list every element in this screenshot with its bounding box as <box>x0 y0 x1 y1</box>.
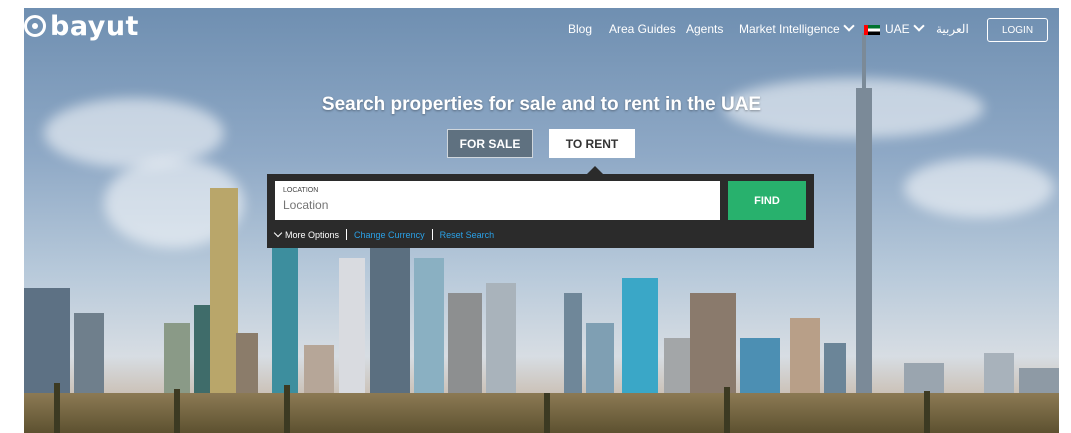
tab-for-sale[interactable]: FOR SALE <box>447 129 533 158</box>
top-navigation: bayut Blog Area Guides Agents Market Int… <box>24 8 1059 52</box>
location-input[interactable] <box>283 198 703 212</box>
nav-link-market-intelligence[interactable]: Market Intelligence <box>739 22 840 36</box>
find-button[interactable]: FIND <box>728 181 806 220</box>
active-tab-pointer <box>587 166 603 174</box>
language-link[interactable]: العربية <box>936 22 969 36</box>
nav-item-agents[interactable]: Agents <box>686 22 723 36</box>
location-label: LOCATION <box>283 187 319 194</box>
palm-tree <box>284 385 290 433</box>
palm-tree <box>174 389 180 433</box>
country-label[interactable]: UAE <box>885 22 910 36</box>
palm-tree <box>724 387 730 433</box>
nav-item-market-intelligence[interactable]: Market Intelligence <box>739 20 855 36</box>
divider <box>346 229 348 240</box>
uae-flag-icon <box>864 25 880 35</box>
cloud <box>904 158 1054 218</box>
search-options: More Options Change Currency Reset Searc… <box>273 228 495 240</box>
palm-tree <box>54 383 60 433</box>
language-switch[interactable]: العربية <box>936 22 969 36</box>
nav-item-area-guides[interactable]: Area Guides <box>609 22 676 36</box>
hero-banner: bayut Blog Area Guides Agents Market Int… <box>24 8 1059 433</box>
search-panel: LOCATION FIND More Options Change Curren… <box>267 174 814 248</box>
building <box>862 33 866 433</box>
chevron-down-icon <box>843 20 855 32</box>
divider <box>431 229 433 240</box>
palm-tree <box>544 393 550 433</box>
login-button[interactable]: LOGIN <box>987 18 1048 42</box>
more-options-link[interactable]: More Options <box>285 230 339 240</box>
country-selector[interactable]: UAE <box>864 20 925 36</box>
chevron-down-icon <box>273 228 283 237</box>
reset-search-link[interactable]: Reset Search <box>440 230 495 240</box>
hero-headline: Search properties for sale and to rent i… <box>321 94 762 115</box>
tab-to-rent[interactable]: TO RENT <box>549 129 635 158</box>
location-field[interactable]: LOCATION <box>275 181 720 220</box>
logo-mark-icon <box>24 15 46 37</box>
brand-logo[interactable]: bayut <box>24 10 139 42</box>
nav-item-blog[interactable]: Blog <box>568 22 592 36</box>
nav-link-blog[interactable]: Blog <box>568 22 592 36</box>
nav-link-agents[interactable]: Agents <box>686 22 723 36</box>
nav-link-area-guides[interactable]: Area Guides <box>609 22 676 36</box>
brand-name: bayut <box>50 10 139 42</box>
palm-tree <box>924 391 930 433</box>
chevron-down-icon <box>913 20 925 32</box>
change-currency-link[interactable]: Change Currency <box>354 230 425 240</box>
